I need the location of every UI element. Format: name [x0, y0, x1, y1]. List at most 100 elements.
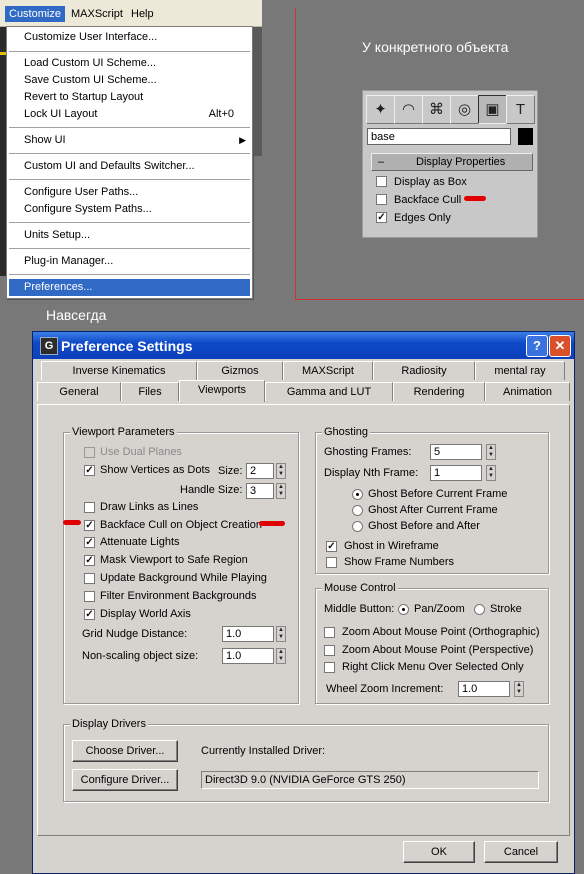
menu-item-system-paths[interactable]: Configure System Paths... — [7, 201, 252, 218]
tab-radiosity[interactable]: Radiosity — [373, 361, 475, 380]
ghost-wireframe-checkbox[interactable]: ✓ — [326, 541, 337, 552]
help-button[interactable]: ? — [526, 335, 548, 357]
menu-help[interactable]: Help — [127, 6, 158, 22]
attenuate-lights-checkbox[interactable]: ✓ — [84, 537, 95, 548]
menu-customize[interactable]: Customize — [5, 6, 65, 22]
tab-rendering[interactable]: Rendering — [393, 382, 485, 401]
size-spinner-arrows-icon[interactable]: ▲ ▼ — [276, 463, 286, 479]
viewport-border-bottom — [295, 299, 584, 300]
menu-item-ui-switcher[interactable]: Custom UI and Defaults Switcher... — [7, 158, 252, 175]
display-drivers-title: Display Drivers — [70, 718, 148, 730]
use-dual-planes-checkbox[interactable] — [84, 447, 95, 458]
middle-button-label: Middle Button: — [324, 603, 395, 615]
ghosting-group: Ghosting Ghosting Frames: 5 ▲ ▼ Display N… — [315, 426, 549, 574]
display-tab-icon[interactable]: ▣ — [478, 95, 507, 124]
nth-frame-field[interactable]: 1 — [430, 465, 482, 481]
mouse-control-title: Mouse Control — [322, 582, 398, 594]
size-spinner-field[interactable]: 2 — [246, 463, 274, 479]
pan-zoom-radio[interactable] — [398, 604, 409, 615]
ghost-after-radio[interactable] — [352, 505, 363, 516]
display-drivers-group: Display Drivers Choose Driver... Current… — [63, 718, 549, 802]
ghosting-frames-arrows-icon[interactable]: ▲ ▼ — [486, 444, 496, 460]
menu-item-load-scheme[interactable]: Load Custom UI Scheme... — [7, 55, 252, 72]
menu-item-customize-ui[interactable]: Customize User Interface... — [7, 29, 252, 46]
nth-frame-label: Display Nth Frame: — [324, 467, 419, 479]
handle-size-spinner-arrows-icon[interactable]: ▲ ▼ — [276, 483, 286, 499]
configure-driver-button[interactable]: Configure Driver... — [72, 769, 178, 791]
backface-cull-creation-checkbox[interactable]: ✓ — [84, 520, 95, 531]
menu-maxscript[interactable]: MAXScript — [67, 6, 127, 22]
utilities-tab-icon[interactable]: T — [506, 95, 535, 124]
modify-tab-icon[interactable]: ◠ — [394, 95, 423, 124]
menu-item-units-setup[interactable]: Units Setup... — [7, 227, 252, 244]
tab-inverse-kinematics[interactable]: Inverse Kinematics — [41, 361, 197, 380]
handle-size-label: Handle Size: — [180, 484, 243, 496]
grid-nudge-spinner-arrows-icon[interactable]: ▲ ▼ — [276, 626, 286, 642]
right-click-menu-checkbox[interactable] — [324, 662, 335, 673]
wheel-zoom-field[interactable]: 1.0 — [458, 681, 510, 697]
tab-gizmos[interactable]: Gizmos — [197, 361, 283, 380]
choose-driver-button[interactable]: Choose Driver... — [72, 740, 178, 762]
object-color-swatch[interactable] — [518, 128, 533, 145]
ghosting-frames-field[interactable]: 5 — [430, 444, 482, 460]
caption-specific-object: У конкретного объекта — [362, 39, 509, 55]
annotation-left-mark — [63, 520, 81, 525]
display-as-box-checkbox[interactable] — [376, 176, 387, 187]
filter-environment-checkbox[interactable] — [84, 591, 95, 602]
dialog-title: Preference Settings — [61, 338, 193, 354]
draw-links-checkbox[interactable] — [84, 502, 95, 513]
cancel-button[interactable]: Cancel — [484, 841, 558, 863]
menu-item-show-ui[interactable]: Show UI ▶ — [7, 132, 252, 149]
viewport-parameters-title: Viewport Parameters — [70, 426, 177, 438]
menu-item-save-scheme[interactable]: Save Custom UI Scheme... — [7, 72, 252, 89]
backface-cull-checkbox[interactable] — [376, 194, 387, 205]
non-scaling-size-label: Non-scaling object size: — [82, 650, 199, 662]
show-frame-numbers-checkbox[interactable] — [326, 557, 337, 568]
non-scaling-size-spinner-field[interactable]: 1.0 — [222, 648, 274, 664]
motion-tab-icon[interactable]: ◎ — [450, 95, 479, 124]
tab-viewports[interactable]: Viewports — [179, 380, 265, 402]
tab-animation[interactable]: Animation — [485, 382, 570, 401]
mouse-control-group: Mouse Control Middle Button: Pan/Zoom St… — [315, 582, 549, 704]
size-label: Size: — [218, 465, 243, 477]
caption-forever: Навсегда — [46, 307, 107, 323]
edges-only-checkbox[interactable]: ✓ — [376, 212, 387, 223]
mask-viewport-checkbox[interactable]: ✓ — [84, 555, 95, 566]
ghost-before-radio[interactable] — [352, 489, 363, 500]
object-name-field[interactable]: base — [367, 128, 511, 145]
menu-item-plugin-manager[interactable]: Plug-in Manager... — [7, 253, 252, 270]
grid-nudge-spinner-field[interactable]: 1.0 — [222, 626, 274, 642]
wheel-zoom-arrows-icon[interactable]: ▲ ▼ — [514, 681, 524, 697]
display-world-axis-checkbox[interactable]: ✓ — [84, 609, 95, 620]
zoom-persp-checkbox[interactable] — [324, 645, 335, 656]
hierarchy-tab-icon[interactable]: ⌘ — [422, 95, 451, 124]
tab-maxscript[interactable]: MAXScript — [283, 361, 373, 380]
grid-nudge-label: Grid Nudge Distance: — [82, 628, 188, 640]
menu-item-preferences[interactable]: Preferences... — [9, 279, 250, 296]
annotation-right-mark — [259, 521, 285, 526]
stroke-radio[interactable] — [474, 604, 485, 615]
rollout-toggle-icon: – — [378, 156, 385, 168]
ok-button[interactable]: OK — [403, 841, 475, 863]
zoom-ortho-checkbox[interactable] — [324, 627, 335, 638]
nth-frame-arrows-icon[interactable]: ▲ ▼ — [486, 465, 496, 481]
display-properties-rollout[interactable]: – Display Properties — [371, 153, 533, 171]
menu-item-lock-ui[interactable]: Lock UI Layout Alt+0 — [7, 106, 252, 123]
installed-driver-label: Currently Installed Driver: — [201, 745, 326, 757]
create-tab-icon[interactable]: ✦ — [366, 95, 395, 124]
show-vertices-checkbox[interactable]: ✓ — [84, 465, 95, 476]
tab-files[interactable]: Files — [121, 382, 179, 401]
update-background-checkbox[interactable] — [84, 573, 95, 584]
tab-mental-ray[interactable]: mental ray — [475, 361, 565, 380]
ghost-before-after-radio[interactable] — [352, 521, 363, 532]
tab-gamma-lut[interactable]: Gamma and LUT — [265, 382, 393, 401]
submenu-arrow-icon: ▶ — [239, 135, 246, 145]
close-button[interactable]: ✕ — [549, 335, 571, 357]
menu-bar: Customize MAXScript Help — [0, 0, 262, 27]
handle-size-spinner-field[interactable]: 3 — [246, 483, 274, 499]
menu-item-user-paths[interactable]: Configure User Paths... — [7, 184, 252, 201]
tab-general[interactable]: General — [37, 382, 121, 401]
menu-item-revert-layout[interactable]: Revert to Startup Layout — [7, 89, 252, 106]
non-scaling-size-spinner-arrows-icon[interactable]: ▲ ▼ — [276, 648, 286, 664]
installed-driver-field: Direct3D 9.0 (NVIDIA GeForce GTS 250) — [201, 771, 539, 789]
